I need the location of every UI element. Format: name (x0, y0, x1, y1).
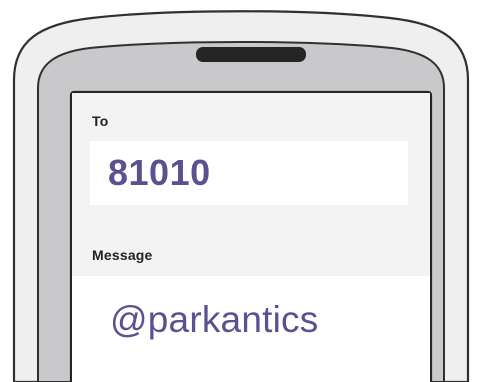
message-field[interactable]: @parkantics (72, 276, 430, 382)
message-label: Message (92, 247, 153, 263)
recipient-field[interactable]: 81010 (90, 141, 408, 205)
message-compose-screen: To 81010 Message @parkantics (72, 93, 430, 382)
to-label: To (92, 113, 109, 129)
message-text: @parkantics (110, 299, 319, 340)
speaker-notch-icon (196, 47, 306, 62)
recipient-value: 81010 (108, 152, 211, 193)
